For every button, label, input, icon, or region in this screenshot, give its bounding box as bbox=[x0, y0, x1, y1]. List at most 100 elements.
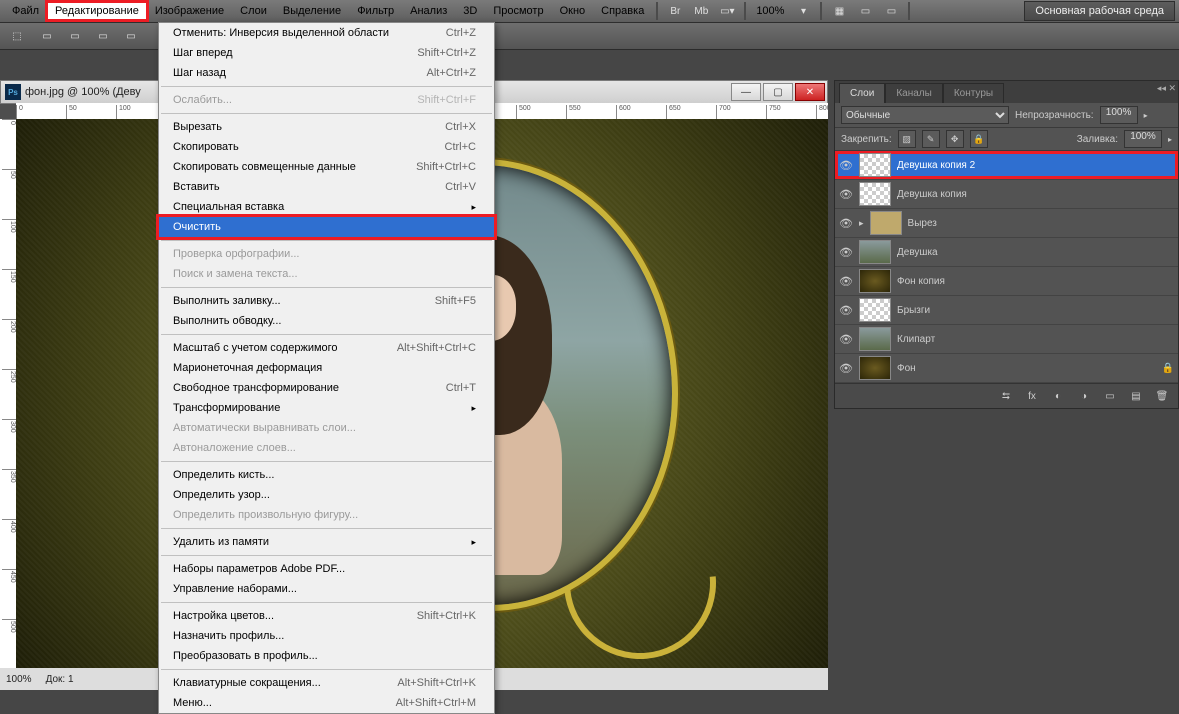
visibility-icon[interactable]: 👁 bbox=[839, 187, 853, 201]
menu-3d[interactable]: 3D bbox=[455, 2, 485, 20]
adjust-icon[interactable]: ◑ bbox=[1074, 388, 1094, 404]
visibility-icon[interactable]: 👁 bbox=[839, 361, 853, 375]
menu-item[interactable]: Преобразовать в профиль... bbox=[159, 646, 494, 666]
layer-row[interactable]: 👁 Фон копия bbox=[835, 267, 1178, 296]
blend-mode-select[interactable]: Обычные bbox=[841, 106, 1009, 124]
visibility-icon[interactable]: 👁 bbox=[839, 216, 853, 230]
status-zoom[interactable]: 100% bbox=[6, 674, 32, 685]
mask-icon[interactable]: ◐ bbox=[1048, 388, 1068, 404]
extras-icon[interactable]: ▭ bbox=[852, 1, 878, 21]
visibility-icon[interactable]: 👁 bbox=[839, 158, 853, 172]
menu-item[interactable]: Отменить: Инверсия выделенной областиCtr… bbox=[159, 23, 494, 43]
tool-preset-icon[interactable]: ⬚ bbox=[4, 26, 30, 46]
close-button[interactable]: ✕ bbox=[795, 83, 825, 101]
opacity-arrow-icon[interactable]: ▸ bbox=[1144, 111, 1148, 120]
layer-name[interactable]: Фон копия bbox=[897, 276, 945, 287]
fill-value[interactable]: 100% bbox=[1124, 130, 1162, 148]
layer-row[interactable]: 👁 Девушка bbox=[835, 238, 1178, 267]
marquee-sub-icon[interactable]: ▭ bbox=[90, 26, 116, 46]
menu-item[interactable]: ВырезатьCtrl+X bbox=[159, 117, 494, 137]
menu-item[interactable]: Управление наборами... bbox=[159, 579, 494, 599]
lock-trans-icon[interactable]: ▨ bbox=[898, 130, 916, 148]
zoom-dropdown-icon[interactable]: ▾ bbox=[790, 1, 816, 21]
menu-item[interactable]: Удалить из памяти bbox=[159, 532, 494, 552]
layer-name[interactable]: Клипарт bbox=[897, 334, 935, 345]
guides-icon[interactable]: ▭ bbox=[878, 1, 904, 21]
menu-item[interactable]: Трансформирование bbox=[159, 398, 494, 418]
menu-item[interactable]: ВставитьCtrl+V bbox=[159, 177, 494, 197]
tab-layers[interactable]: Слои bbox=[839, 83, 885, 103]
menu-item[interactable]: Наборы параметров Adobe PDF... bbox=[159, 559, 494, 579]
new-layer-icon[interactable]: ▤ bbox=[1126, 388, 1146, 404]
group-icon[interactable]: ▭ bbox=[1100, 388, 1120, 404]
layer-row[interactable]: 👁 ▸ Вырез bbox=[835, 209, 1178, 238]
minibridge-button[interactable]: Mb bbox=[688, 1, 714, 21]
menu-item[interactable]: Выполнить заливку...Shift+F5 bbox=[159, 291, 494, 311]
lock-move-icon[interactable]: ✥ bbox=[946, 130, 964, 148]
menu-item[interactable]: Меню...Alt+Shift+Ctrl+M bbox=[159, 693, 494, 713]
menu-item[interactable]: Масштаб с учетом содержимогоAlt+Shift+Ct… bbox=[159, 338, 494, 358]
layer-name[interactable]: Девушка копия 2 bbox=[897, 160, 975, 171]
menu-window[interactable]: Окно bbox=[552, 2, 594, 20]
menu-item[interactable]: Назначить профиль... bbox=[159, 626, 494, 646]
opacity-value[interactable]: 100% bbox=[1100, 106, 1138, 124]
visibility-icon[interactable]: 👁 bbox=[839, 245, 853, 259]
menu-item[interactable]: Специальная вставка bbox=[159, 197, 494, 217]
marquee-add-icon[interactable]: ▭ bbox=[62, 26, 88, 46]
layer-thumbnail[interactable] bbox=[859, 327, 891, 351]
layer-name[interactable]: Девушка копия bbox=[897, 189, 967, 200]
menu-item[interactable]: Шаг впередShift+Ctrl+Z bbox=[159, 43, 494, 63]
tab-paths[interactable]: Контуры bbox=[943, 83, 1004, 103]
menu-analysis[interactable]: Анализ bbox=[402, 2, 455, 20]
menu-item[interactable]: Настройка цветов...Shift+Ctrl+K bbox=[159, 606, 494, 626]
layer-name[interactable]: Фон bbox=[897, 363, 916, 374]
arrange-icon[interactable]: ▦ bbox=[826, 1, 852, 21]
menu-item[interactable]: Определить узор... bbox=[159, 485, 494, 505]
visibility-icon[interactable]: 👁 bbox=[839, 332, 853, 346]
group-arrow-icon[interactable]: ▸ bbox=[859, 218, 864, 229]
tab-channels[interactable]: Каналы bbox=[885, 83, 943, 103]
menu-item[interactable]: СкопироватьCtrl+C bbox=[159, 137, 494, 157]
screen-mode-icon[interactable]: ▭▾ bbox=[714, 1, 740, 21]
layer-row[interactable]: 👁 Брызги bbox=[835, 296, 1178, 325]
layer-thumbnail[interactable] bbox=[859, 153, 891, 177]
layer-thumbnail[interactable] bbox=[859, 240, 891, 264]
menu-item[interactable]: Свободное трансформированиеCtrl+T bbox=[159, 378, 494, 398]
marquee-int-icon[interactable]: ▭ bbox=[118, 26, 144, 46]
lock-brush-icon[interactable]: ✎ bbox=[922, 130, 940, 148]
layer-name[interactable]: Девушка bbox=[897, 247, 938, 258]
menu-item[interactable]: Марионеточная деформация bbox=[159, 358, 494, 378]
menu-image[interactable]: Изображение bbox=[147, 2, 232, 20]
menu-filter[interactable]: Фильтр bbox=[349, 2, 402, 20]
menu-item[interactable]: Скопировать совмещенные данныеShift+Ctrl… bbox=[159, 157, 494, 177]
marquee-rect-icon[interactable]: ▭ bbox=[34, 26, 60, 46]
layer-thumbnail[interactable] bbox=[859, 182, 891, 206]
fill-arrow-icon[interactable]: ▸ bbox=[1168, 135, 1172, 144]
layer-thumbnail[interactable] bbox=[859, 298, 891, 322]
minimize-button[interactable]: — bbox=[731, 83, 761, 101]
menu-select[interactable]: Выделение bbox=[275, 2, 349, 20]
menu-item[interactable]: Клавиатурные сокращения...Alt+Shift+Ctrl… bbox=[159, 673, 494, 693]
layer-row[interactable]: 👁Фон🔒 bbox=[835, 354, 1178, 383]
layer-thumbnail[interactable] bbox=[870, 211, 902, 235]
link-layers-icon[interactable]: ⮀ bbox=[996, 388, 1016, 404]
visibility-icon[interactable]: 👁 bbox=[839, 303, 853, 317]
fx-icon[interactable]: fx bbox=[1022, 388, 1042, 404]
menu-item[interactable]: Шаг назадAlt+Ctrl+Z bbox=[159, 63, 494, 83]
menu-edit[interactable]: Редактирование bbox=[47, 2, 147, 20]
menu-item[interactable]: Выполнить обводку... bbox=[159, 311, 494, 331]
bridge-button[interactable]: Br bbox=[662, 1, 688, 21]
menu-help[interactable]: Справка bbox=[593, 2, 652, 20]
layer-thumbnail[interactable] bbox=[859, 356, 891, 380]
maximize-button[interactable]: ▢ bbox=[763, 83, 793, 101]
layer-name[interactable]: Вырез bbox=[908, 218, 937, 229]
layer-row[interactable]: 👁 Девушка копия bbox=[835, 180, 1178, 209]
layer-row[interactable]: 👁 Клипарт bbox=[835, 325, 1178, 354]
panel-collapse-icon[interactable]: ◂◂ ✕ bbox=[1157, 83, 1176, 94]
layer-name[interactable]: Брызги bbox=[897, 305, 930, 316]
zoom-level[interactable]: 100% bbox=[750, 5, 790, 17]
menu-view[interactable]: Просмотр bbox=[485, 2, 551, 20]
workspace-picker[interactable]: Основная рабочая среда bbox=[1024, 1, 1175, 21]
visibility-icon[interactable]: 👁 bbox=[839, 274, 853, 288]
menu-file[interactable]: Файл bbox=[4, 2, 47, 20]
